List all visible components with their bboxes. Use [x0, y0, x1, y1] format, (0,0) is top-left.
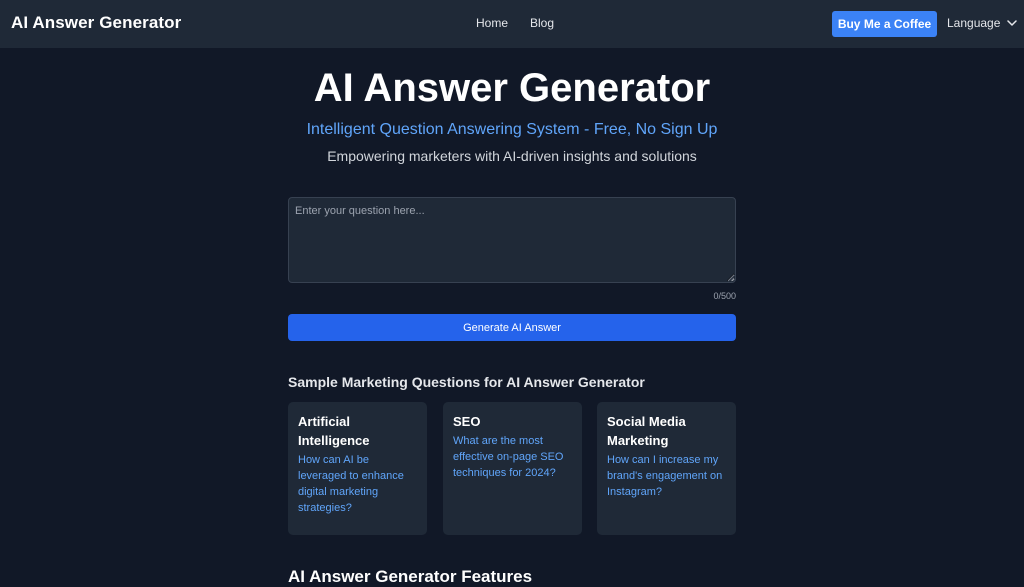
page-title: AI Answer Generator	[313, 66, 711, 110]
question-input[interactable]	[288, 197, 736, 283]
language-label: Language	[947, 16, 1001, 30]
sample-card-question[interactable]: What are the most effective on-page SEO …	[453, 433, 572, 481]
sample-card-question[interactable]: How can AI be leveraged to enhance digit…	[298, 452, 417, 516]
character-counter: 0/500	[713, 291, 736, 301]
generate-answer-button[interactable]: Generate AI Answer	[288, 314, 736, 341]
features-heading: AI Answer Generator Features	[288, 567, 533, 586]
language-selector[interactable]: Language	[947, 16, 1018, 30]
sample-card-title: Artificial Intelligence	[298, 414, 370, 448]
resize-handle-icon[interactable]	[727, 274, 735, 282]
sample-card-question[interactable]: How can I increase my brand's engagement…	[607, 452, 726, 500]
sample-questions-heading: Sample Marketing Questions for AI Answer…	[288, 374, 645, 390]
sample-card-seo[interactable]: SEO What are the most effective on-page …	[443, 402, 582, 535]
page-tagline: Empowering marketers with AI-driven insi…	[327, 148, 697, 164]
brand-logo-text[interactable]: AI Answer Generator	[11, 13, 181, 33]
buy-me-a-coffee-button[interactable]: Buy Me a Coffee	[832, 11, 937, 37]
sample-card-artificial-intelligence[interactable]: Artificial Intelligence How can AI be le…	[288, 402, 427, 535]
nav-link-blog[interactable]: Blog	[530, 16, 554, 30]
sample-card-title: Social Media Marketing	[607, 414, 686, 448]
chevron-down-icon	[1007, 20, 1018, 26]
sample-card-title: SEO	[453, 414, 481, 429]
top-navbar: AI Answer Generator Home Blog Buy Me a C…	[0, 0, 1024, 48]
nav-link-home[interactable]: Home	[476, 16, 508, 30]
sample-card-social-media-marketing[interactable]: Social Media Marketing How can I increas…	[597, 402, 736, 535]
main-nav: Home Blog	[476, 16, 554, 30]
page-subtitle: Intelligent Question Answering System - …	[306, 121, 718, 138]
